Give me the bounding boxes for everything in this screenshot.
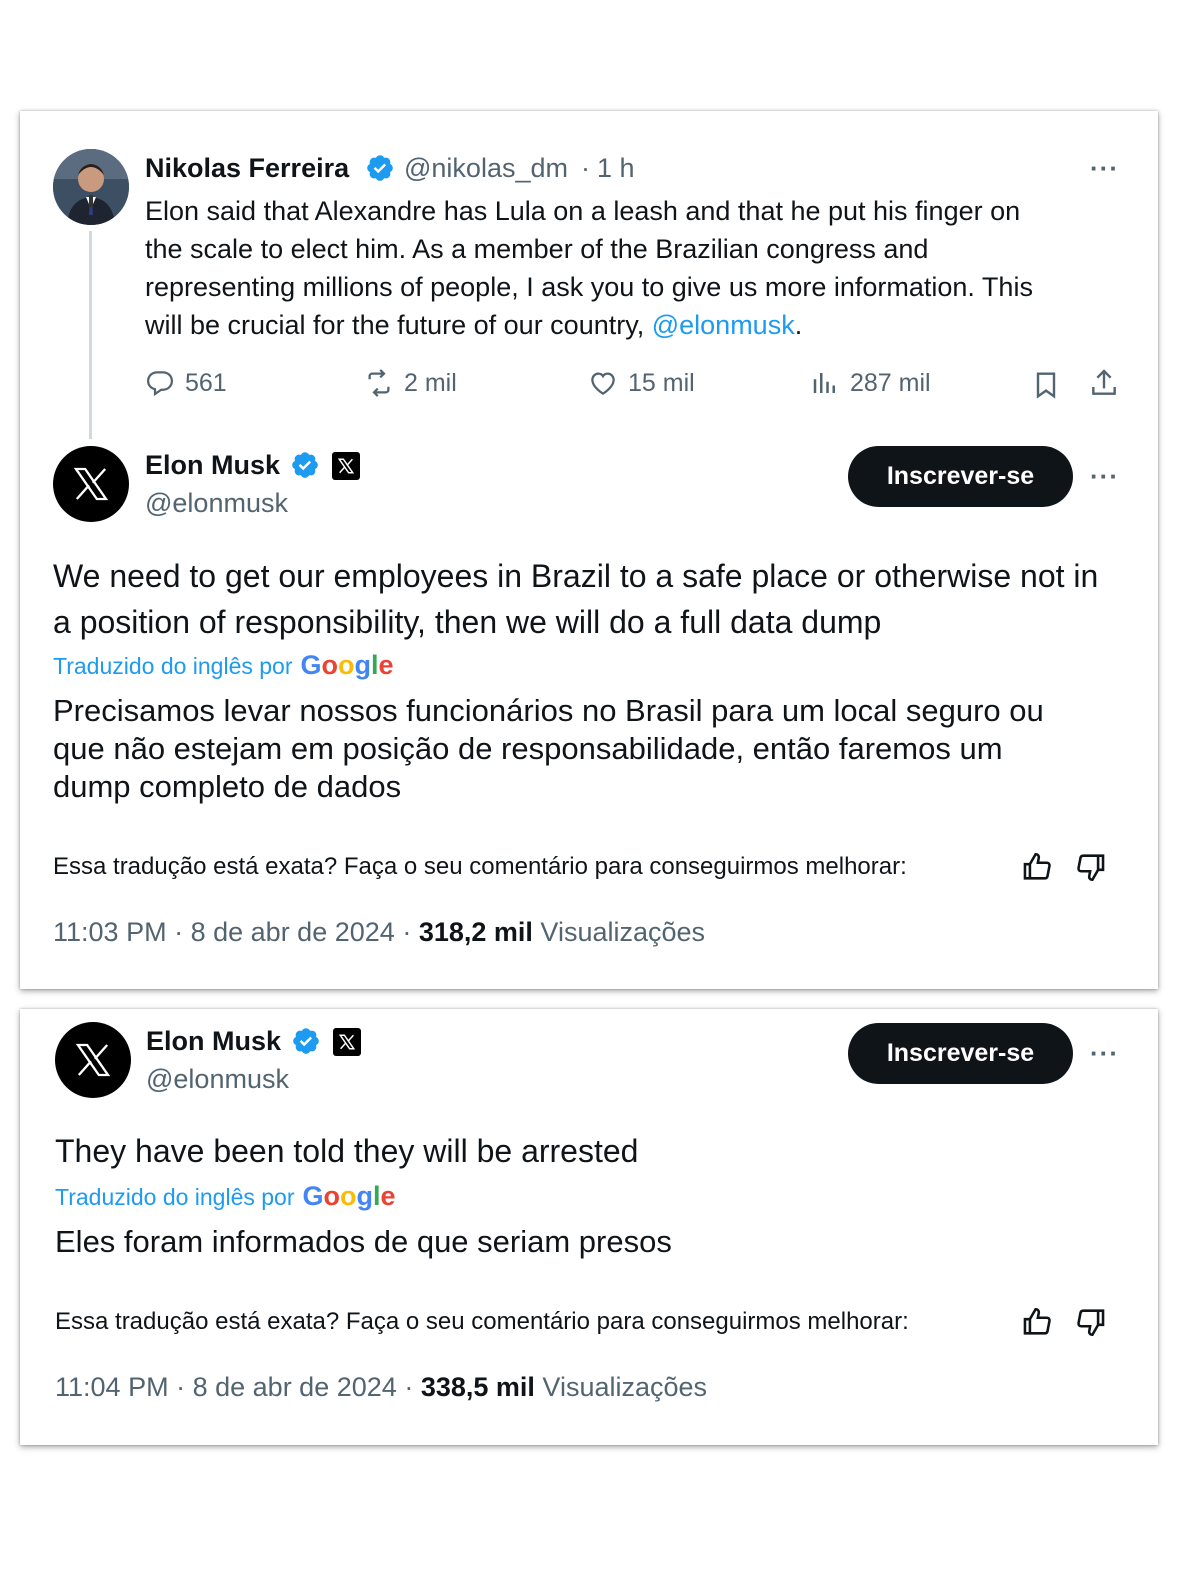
- view-count: 318,2 mil: [418, 917, 533, 947]
- tweet-metadata: 11:04 PM · 8 de abr de 2024 · 338,5 mil …: [55, 1372, 707, 1403]
- separator: ·: [404, 1372, 414, 1402]
- more-options-icon[interactable]: ···: [1090, 1040, 1119, 1066]
- bookmark-icon[interactable]: [1030, 369, 1062, 401]
- text-fragment: will be crucial for the future of our co…: [145, 310, 652, 340]
- thumbs-up-icon[interactable]: [1020, 1305, 1054, 1339]
- reply-count: 561: [185, 368, 227, 397]
- text-line: a position of responsibility, then we wi…: [53, 604, 882, 640]
- post-time[interactable]: 11:03 PM: [53, 917, 167, 947]
- x-logo-icon: [73, 467, 109, 501]
- view-count: 338,5 mil: [420, 1372, 535, 1402]
- text-line: will be crucial for the future of our co…: [145, 306, 1135, 344]
- text-line: Elon said that Alexandre has Lula on a l…: [145, 196, 1021, 226]
- author-name[interactable]: Nikolas Ferreira: [145, 153, 349, 184]
- views-label: Visualizações: [542, 1372, 708, 1402]
- translation-feedback-prompt: Essa tradução está exata? Faça o seu com…: [53, 853, 907, 880]
- text-fragment: .: [794, 310, 803, 340]
- verified-badge-icon: [293, 1028, 319, 1054]
- tweet-text: We need to get our employees in Brazil t…: [53, 553, 1143, 645]
- post-time[interactable]: 1 h: [597, 153, 635, 184]
- view-count: 287 mil: [850, 368, 931, 397]
- google-logo-icon: Google: [302, 1181, 396, 1211]
- more-options-icon[interactable]: ···: [1090, 463, 1119, 489]
- x-affiliation-badge-icon: [333, 1028, 361, 1056]
- translation-attribution[interactable]: Traduzido do inglês por Google: [53, 650, 394, 681]
- more-options-icon[interactable]: ···: [1090, 155, 1119, 181]
- reply-icon: [146, 371, 174, 397]
- translation-attribution[interactable]: Traduzido do inglês por Google: [55, 1181, 396, 1212]
- author-handle[interactable]: @nikolas_dm: [404, 153, 568, 184]
- text-line: dump completo de dados: [53, 769, 402, 804]
- person-photo-icon: [53, 149, 129, 225]
- author-name[interactable]: Elon Musk: [146, 1026, 281, 1057]
- tweet-card: Elon Musk @elonmusk Inscrever-se ··· The…: [20, 1009, 1158, 1445]
- thumbs-down-icon[interactable]: [1074, 1305, 1108, 1339]
- heart-icon: [591, 372, 615, 395]
- separator: ·: [402, 917, 412, 947]
- translation-feedback-prompt: Essa tradução está exata? Faça o seu com…: [55, 1308, 909, 1335]
- views-button[interactable]: 287 mil: [810, 368, 931, 398]
- post-date[interactable]: 8 de abr de 2024: [193, 1372, 397, 1402]
- reply-button[interactable]: 561: [145, 368, 227, 398]
- tweet-thread-card: Nikolas Ferreira @nikolas_dm · 1 h ··· E…: [20, 111, 1158, 989]
- subscribe-button[interactable]: Inscrever-se: [848, 446, 1073, 507]
- separator: ·: [176, 1372, 186, 1402]
- tweet-metadata: 11:03 PM · 8 de abr de 2024 · 318,2 mil …: [53, 917, 705, 948]
- thread-connector-line: [89, 231, 92, 439]
- views-label: Visualizações: [540, 917, 706, 947]
- avatar[interactable]: [53, 149, 129, 225]
- avatar[interactable]: [55, 1022, 131, 1098]
- x-logo-icon: [75, 1043, 111, 1077]
- verified-badge-icon: [367, 155, 393, 181]
- thumbs-up-icon[interactable]: [1020, 850, 1054, 884]
- tweet-text: They have been told they will be arreste…: [55, 1133, 639, 1169]
- text-line: Precisamos levar nossos funcionários no …: [53, 693, 1044, 728]
- repost-count: 2 mil: [404, 368, 457, 397]
- post-time[interactable]: 11:04 PM: [55, 1372, 169, 1402]
- translated-text: Precisamos levar nossos funcionários no …: [53, 692, 1143, 806]
- text-line: que não estejam em posição de responsabi…: [53, 731, 1003, 766]
- text-line: representing millions of people, I ask y…: [145, 272, 1033, 302]
- text-line: the scale to elect him. As a member of t…: [145, 234, 929, 264]
- author-handle[interactable]: @elonmusk: [145, 488, 288, 519]
- text-line: We need to get our employees in Brazil t…: [53, 558, 1099, 594]
- translated-text: Eles foram informados de que seriam pres…: [55, 1224, 672, 1259]
- translated-by-label: Traduzido do inglês por: [53, 653, 293, 679]
- like-count: 15 mil: [628, 368, 695, 397]
- analytics-icon: [813, 373, 835, 393]
- repost-button[interactable]: 2 mil: [364, 368, 457, 398]
- verified-badge-icon: [292, 452, 318, 478]
- mention-link[interactable]: @elonmusk: [652, 310, 795, 340]
- thumbs-down-icon[interactable]: [1074, 850, 1108, 884]
- share-icon[interactable]: [1088, 367, 1120, 399]
- x-affiliation-badge-icon: [332, 452, 360, 480]
- like-button[interactable]: 15 mil: [588, 368, 695, 398]
- reply-tweet-text: Elon said that Alexandre has Lula on a l…: [145, 192, 1135, 344]
- author-handle[interactable]: @elonmusk: [146, 1064, 289, 1095]
- separator: ·: [174, 917, 184, 947]
- post-date[interactable]: 8 de abr de 2024: [191, 917, 395, 947]
- avatar[interactable]: [53, 446, 129, 522]
- repost-icon: [368, 369, 390, 397]
- time-separator: ·: [581, 153, 590, 183]
- google-logo-icon: Google: [300, 650, 394, 680]
- subscribe-button[interactable]: Inscrever-se: [848, 1023, 1073, 1084]
- author-name[interactable]: Elon Musk: [145, 450, 280, 481]
- translated-by-label: Traduzido do inglês por: [55, 1184, 295, 1210]
